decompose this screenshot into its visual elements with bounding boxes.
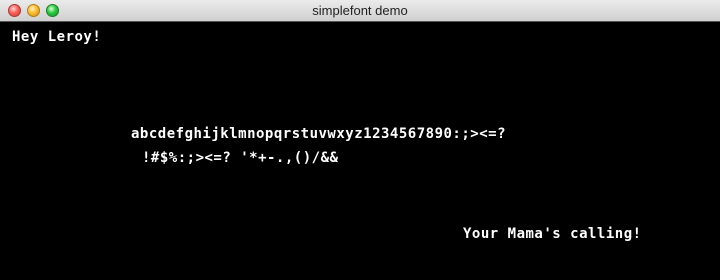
window-controls [8,4,59,17]
close-button[interactable] [8,4,21,17]
zoom-button[interactable] [46,4,59,17]
mama-calling-text: Your Mama's calling! [463,226,642,242]
minimize-button[interactable] [27,4,40,17]
greeting-text: Hey Leroy! [12,29,102,45]
symbols-sample-text: !#$%:;><=? '*+-.,()/&& [142,150,339,166]
window-title: simplefont demo [312,3,408,18]
title-bar[interactable]: simplefont demo [0,0,720,22]
app-window: simplefont demo Hey Leroy! abcdefghijklm… [0,0,720,280]
alphabet-sample-text: abcdefghijklmnopqrstuvwxyz1234567890:;><… [131,126,507,142]
